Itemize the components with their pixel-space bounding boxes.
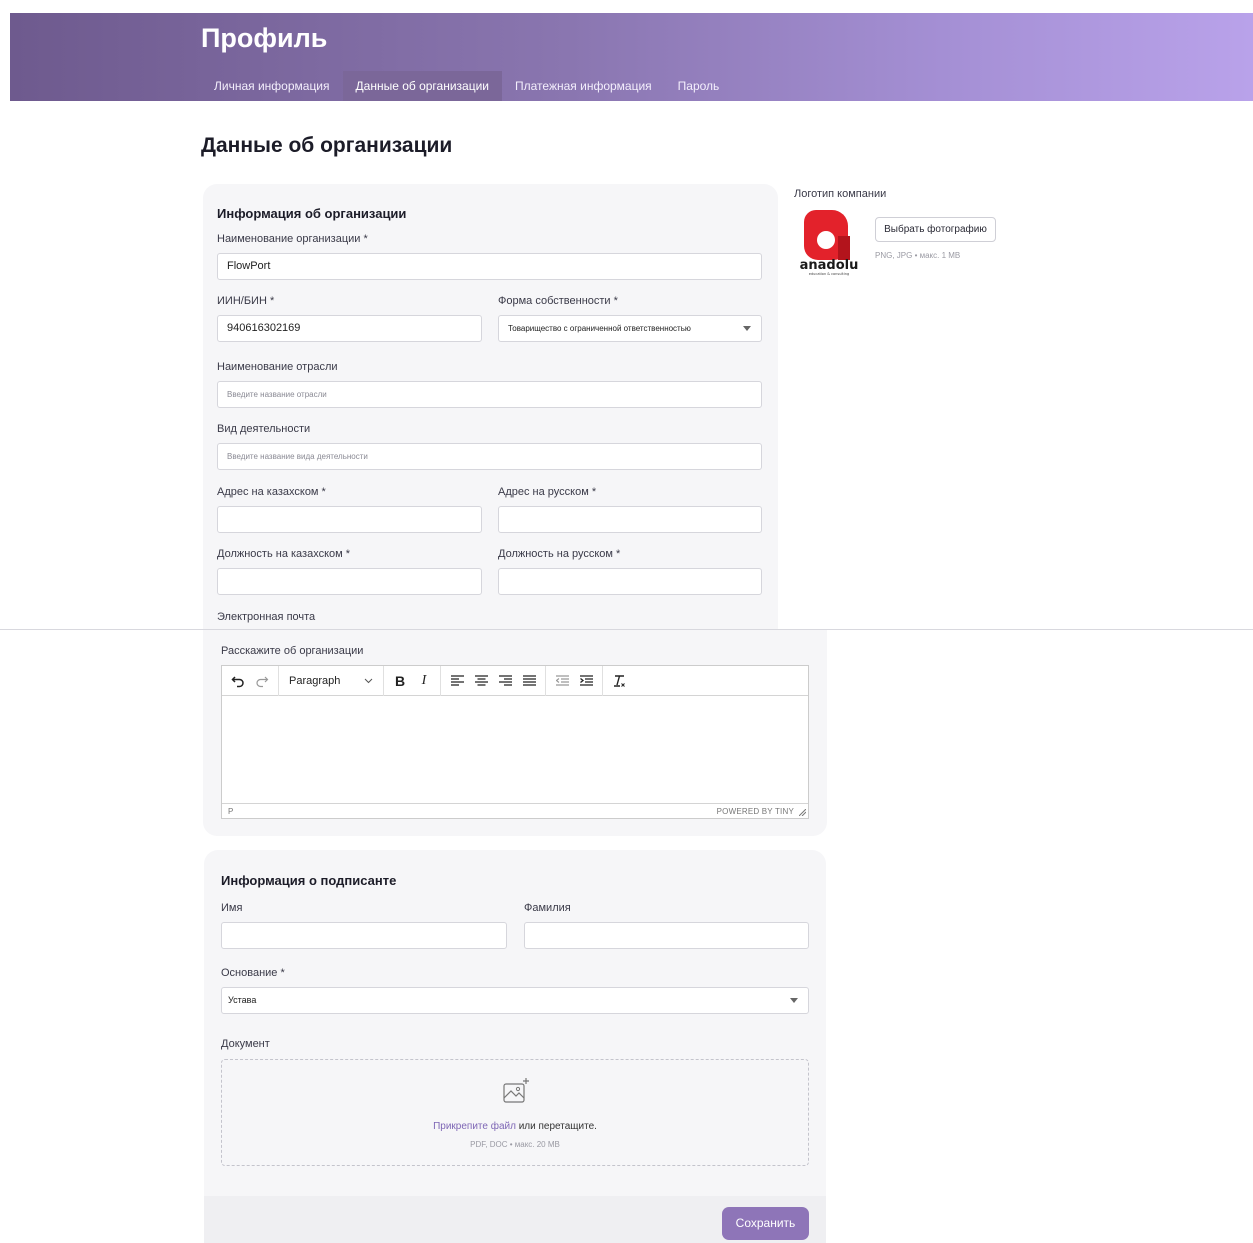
chevron-down-icon: [364, 678, 373, 683]
profile-header: Профиль Личная информация Данные об орга…: [10, 13, 1253, 101]
svg-text:anadolu: anadolu: [800, 258, 859, 273]
profile-tabs: Личная информация Данные об организации …: [201, 71, 732, 101]
logo-label: Логотип компании: [794, 188, 887, 200]
chevron-down-icon: [790, 998, 798, 1003]
iin-label: ИИН/БИН *: [217, 295, 275, 307]
document-dropzone[interactable]: Прикрепите файл или перетащите. PDF, DOC…: [221, 1059, 809, 1166]
about-editor: Paragraph B I P POWERED BY TINY: [221, 665, 809, 819]
position-ru-input[interactable]: [498, 568, 762, 595]
editor-statusbar: P POWERED BY TINY: [222, 803, 808, 818]
add-image-icon: [503, 1078, 529, 1103]
signer-section-title: Информация о подписанте: [221, 873, 397, 888]
basis-label: Основание *: [221, 967, 285, 979]
chevron-down-icon: [743, 326, 751, 331]
editor-content-area[interactable]: [222, 696, 808, 804]
powered-by-link[interactable]: POWERED BY TINY: [717, 807, 794, 816]
ownership-select-value: Товарищество с ограниченной ответственно…: [508, 324, 691, 333]
tab-organization-data[interactable]: Данные об организации: [342, 71, 503, 101]
first-name-input[interactable]: [221, 922, 507, 949]
email-label: Электронная почта: [217, 611, 316, 623]
align-right-icon[interactable]: [493, 669, 517, 693]
last-name-input[interactable]: [524, 922, 809, 949]
element-path: P: [228, 807, 234, 816]
italic-icon[interactable]: I: [412, 669, 436, 693]
redo-icon[interactable]: [250, 669, 274, 693]
tab-personal-info[interactable]: Личная информация: [201, 71, 343, 101]
signer-card: [204, 850, 826, 1243]
paragraph-format-value: Paragraph: [289, 674, 341, 687]
document-label: Документ: [221, 1038, 270, 1050]
org-name-label: Наименование организации *: [217, 233, 368, 245]
format-group: Paragraph: [279, 665, 384, 696]
history-group: [222, 665, 279, 696]
tab-payment-info[interactable]: Платежная информация: [502, 71, 665, 101]
bold-icon[interactable]: B: [388, 669, 412, 693]
iin-input[interactable]: 940616302169: [217, 315, 482, 342]
indent-icon[interactable]: [574, 669, 598, 693]
activity-label: Вид деятельности: [217, 423, 311, 435]
activity-input[interactable]: Введите название вида деятельности: [217, 443, 762, 470]
undo-icon[interactable]: [226, 669, 250, 693]
resize-handle-icon[interactable]: [799, 809, 806, 816]
dropzone-hint: PDF, DOC • макс. 20 MB: [470, 1140, 560, 1149]
page-header-title: Профиль: [201, 23, 328, 53]
address-kz-input[interactable]: [217, 506, 482, 533]
paragraph-format-select[interactable]: Paragraph: [283, 669, 379, 693]
indent-group: [546, 665, 603, 696]
basis-select-value: Устава: [228, 995, 257, 1005]
dropzone-text: Прикрепите файл или перетащите.: [222, 1121, 808, 1132]
ownership-label: Форма собственности *: [498, 295, 618, 307]
about-label: Расскажите об организации: [221, 645, 364, 657]
basis-select[interactable]: Устава: [221, 987, 809, 1014]
address-ru-input[interactable]: [498, 506, 762, 533]
svg-text:education & consulting: education & consulting: [809, 272, 849, 276]
drag-text: или перетащите.: [515, 1121, 597, 1132]
attach-file-link[interactable]: Прикрепите файл: [433, 1121, 516, 1132]
outdent-icon[interactable]: [550, 669, 574, 693]
address-ru-label: Адрес на русском *: [498, 486, 597, 498]
ownership-select[interactable]: Товарищество с ограниченной ответственно…: [498, 315, 762, 342]
position-ru-label: Должность на русском *: [498, 548, 621, 560]
tab-password[interactable]: Пароль: [665, 71, 733, 101]
save-button[interactable]: Сохранить: [722, 1207, 809, 1240]
company-logo: anadolu education & consulting: [800, 210, 859, 276]
align-left-icon[interactable]: [445, 669, 469, 693]
position-kz-label: Должность на казахском *: [217, 548, 351, 560]
first-name-label: Имя: [221, 902, 243, 914]
clear-group: [603, 666, 635, 696]
industry-input[interactable]: Введите название отрасли: [217, 381, 762, 408]
logo-hint: PNG, JPG • макс. 1 MB: [875, 251, 961, 260]
position-kz-input[interactable]: [217, 568, 482, 595]
address-kz-label: Адрес на казахском *: [217, 486, 326, 498]
last-name-label: Фамилия: [524, 902, 571, 914]
clear-formatting-icon[interactable]: [607, 669, 631, 693]
screenshot-divider: [0, 629, 1253, 630]
align-center-icon[interactable]: [469, 669, 493, 693]
text-style-group: B I: [384, 665, 441, 696]
editor-toolbar: Paragraph B I: [222, 665, 808, 696]
page-title: Данные об организации: [201, 134, 453, 157]
choose-photo-button[interactable]: Выбрать фотографию: [875, 217, 996, 242]
industry-label: Наименование отрасли: [217, 361, 338, 373]
align-justify-icon[interactable]: [517, 669, 541, 693]
alignment-group: [441, 665, 546, 696]
org-name-input[interactable]: FlowPort: [217, 253, 762, 280]
organization-section-title: Информация об организации: [217, 206, 407, 221]
